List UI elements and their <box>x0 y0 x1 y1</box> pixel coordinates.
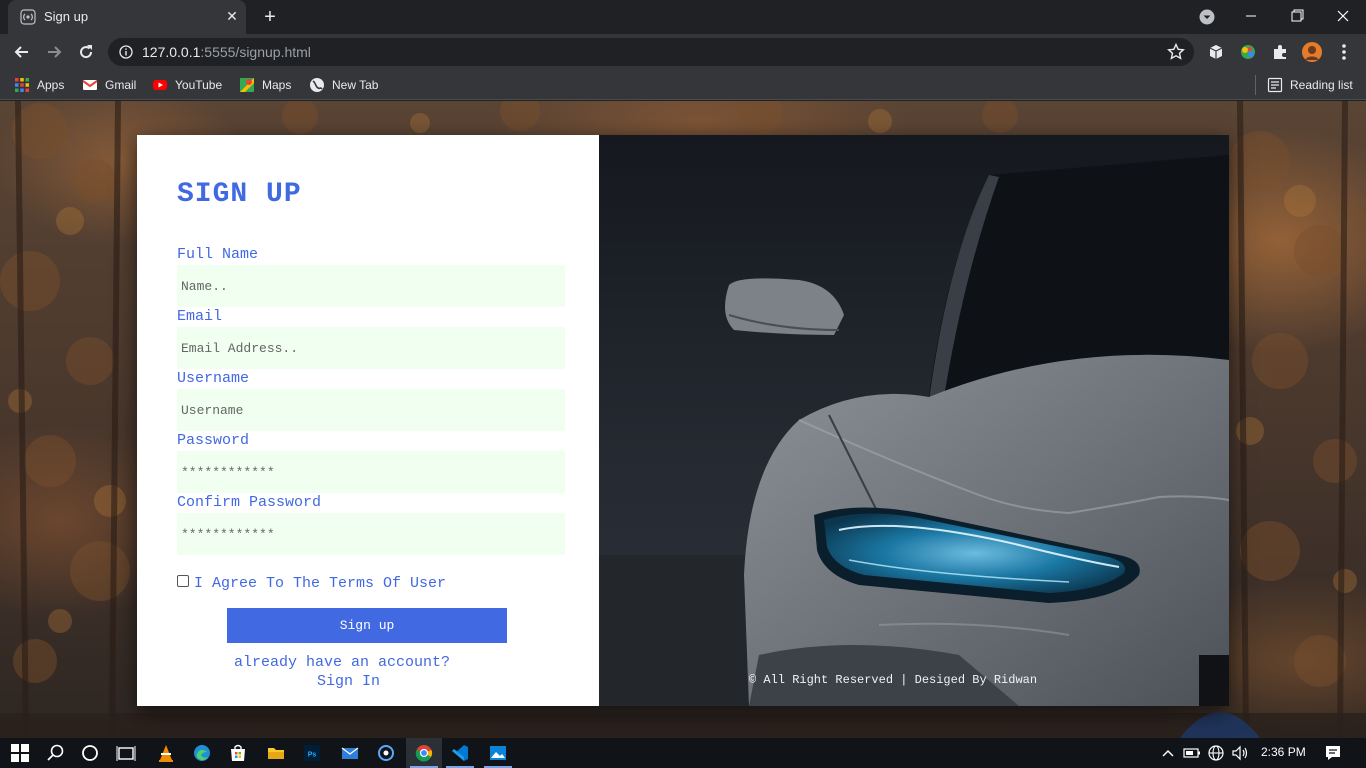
file-explorer-icon[interactable] <box>266 743 286 763</box>
maps-icon <box>240 77 254 92</box>
url-path: :5555/signup.html <box>200 44 311 60</box>
notifications-icon[interactable] <box>1323 743 1343 763</box>
page-background: SIGN UP Full Name Email Username Passwor… <box>0 101 1366 738</box>
bookmark-label: YouTube <box>175 77 223 92</box>
full-name-label: Full Name <box>177 246 259 263</box>
forward-arrow-icon[interactable] <box>44 42 64 62</box>
minimize-icon[interactable] <box>1236 4 1266 28</box>
bookmark-label: New Tab <box>332 77 379 92</box>
search-icon[interactable] <box>46 743 66 763</box>
chrome-icon[interactable] <box>414 743 434 763</box>
browser-toolbar: 127.0.0.1:5555/signup.html <box>0 34 1366 70</box>
url-host: 127.0.0.1 <box>142 44 201 60</box>
task-view-icon[interactable] <box>116 743 136 763</box>
app-swirl-icon[interactable] <box>376 743 396 763</box>
password-input[interactable] <box>177 451 565 493</box>
tab-signup[interactable]: Sign up ✕ <box>8 0 246 34</box>
extension-color-icon[interactable] <box>1238 42 1258 62</box>
close-window-icon[interactable] <box>1328 4 1358 28</box>
copyright-text: © All Right Reserved | Desiged By Ridwan <box>749 673 1038 687</box>
bookmarks-bar: Apps Gmail YouTube Maps New Tab Reading … <box>0 70 1366 100</box>
windows-taskbar: Ps 2:36 PM <box>0 738 1366 768</box>
gmail-icon <box>82 79 98 90</box>
photoshop-icon[interactable]: Ps <box>302 743 322 763</box>
new-tab-plus-icon[interactable]: + <box>260 7 280 27</box>
new-tab-globe-icon <box>310 77 324 92</box>
chevron-up-icon[interactable] <box>1158 743 1178 763</box>
bookmark-maps[interactable]: Maps <box>239 76 291 94</box>
broadcast-icon <box>20 9 36 25</box>
vscode-icon[interactable] <box>450 743 470 763</box>
password-label: Password <box>177 432 250 449</box>
bookmark-new-tab[interactable]: New Tab <box>309 76 378 94</box>
bookmark-star-icon[interactable] <box>1167 43 1185 61</box>
edge-icon[interactable] <box>192 743 212 763</box>
reading-list-button[interactable]: Reading list <box>1267 76 1353 94</box>
terms-checkbox[interactable] <box>177 575 189 587</box>
battery-icon[interactable] <box>1182 743 1202 763</box>
profile-avatar-icon[interactable] <box>1302 42 1322 62</box>
extension-cube-icon[interactable] <box>1206 42 1226 62</box>
bookmarks-divider <box>1255 75 1256 95</box>
bookmark-label: Apps <box>37 77 65 92</box>
signup-card: SIGN UP Full Name Email Username Passwor… <box>137 135 1229 706</box>
terms-label: I Agree To The Terms Of User <box>194 575 447 592</box>
extensions-puzzle-icon[interactable] <box>1270 42 1290 62</box>
windows-start-icon[interactable] <box>10 743 30 763</box>
bookmark-gmail[interactable]: Gmail <box>82 76 136 94</box>
menu-dots-icon[interactable] <box>1334 42 1354 62</box>
signup-button[interactable]: Sign up <box>227 608 507 643</box>
confirm-password-label: Confirm Password <box>177 494 322 511</box>
back-arrow-icon[interactable] <box>12 42 32 62</box>
page-title: SIGN UP <box>177 179 302 210</box>
car-image-panel: © All Right Reserved | Desiged By Ridwan <box>599 135 1229 706</box>
tab-strip: Sign up ✕ + <box>0 0 1366 34</box>
signup-form: SIGN UP Full Name Email Username Passwor… <box>137 135 599 706</box>
username-input[interactable] <box>177 389 565 431</box>
already-account-text: already have an account? <box>234 654 451 671</box>
tab-title: Sign up <box>44 9 89 24</box>
photos-icon[interactable] <box>488 743 508 763</box>
cortana-icon[interactable] <box>80 743 100 763</box>
close-tab-icon[interactable]: ✕ <box>224 8 240 24</box>
reload-icon[interactable] <box>76 42 96 62</box>
car-photo <box>599 135 1229 706</box>
mail-icon[interactable] <box>340 743 360 763</box>
youtube-icon <box>153 79 167 90</box>
site-info-icon[interactable] <box>119 45 133 59</box>
volume-icon[interactable] <box>1230 743 1250 763</box>
bookmark-apps[interactable]: Apps <box>14 76 64 94</box>
full-name-input[interactable] <box>177 265 565 307</box>
username-label: Username <box>177 370 250 387</box>
tab-search-icon[interactable] <box>1199 9 1215 25</box>
bookmark-label: Maps <box>262 77 292 92</box>
reading-list-icon <box>1267 77 1283 92</box>
vlc-icon[interactable] <box>156 743 176 763</box>
address-bar[interactable]: 127.0.0.1:5555/signup.html <box>108 38 1194 66</box>
store-icon[interactable] <box>228 743 248 763</box>
url-text: 127.0.0.1:5555/signup.html <box>142 44 311 60</box>
network-globe-icon[interactable] <box>1206 743 1226 763</box>
restore-icon[interactable] <box>1282 4 1312 28</box>
bookmark-label: Gmail <box>105 77 137 92</box>
clock-time[interactable]: 2:36 PM <box>1261 745 1306 759</box>
svg-text:Ps: Ps <box>308 752 317 759</box>
signin-link[interactable]: Sign In <box>317 673 380 690</box>
bookmark-youtube[interactable]: YouTube <box>152 76 222 94</box>
confirm-password-input[interactable] <box>177 513 565 555</box>
apps-grid-icon <box>15 77 29 92</box>
reading-list-label: Reading list <box>1290 77 1353 92</box>
email-input[interactable] <box>177 327 565 369</box>
email-label: Email <box>177 308 223 325</box>
